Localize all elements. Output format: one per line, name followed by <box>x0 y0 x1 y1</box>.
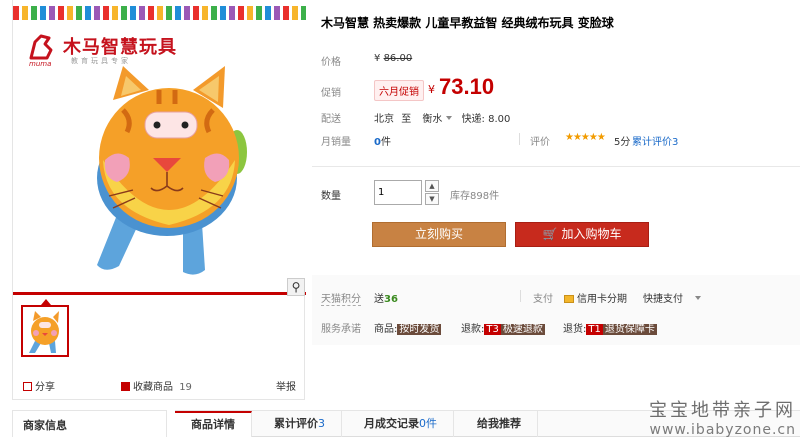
chevron-down-icon <box>695 296 701 300</box>
tab-label: 给我推荐 <box>477 417 521 430</box>
ship-destination-select[interactable]: 衡水 <box>422 114 442 125</box>
tab-monthly-transactions[interactable]: 月成交记录0件 <box>348 411 454 437</box>
seller-info-title: 商家信息 <box>23 419 67 432</box>
promo-badge: 六月促销 <box>374 80 424 101</box>
promo-label: 促销 <box>321 88 341 99</box>
product-gallery: muma 木马智慧玩具 教育玩具专家 ⚲ 分享 收藏商品 19 举报 <box>12 0 306 400</box>
stock-info: 库存898件 <box>450 191 500 202</box>
watermark-url: www.ibabyzone.cn <box>649 422 796 437</box>
brand-logo-horse-icon: muma <box>29 34 53 68</box>
share-button[interactable]: 分享 <box>23 378 55 393</box>
quantity-input[interactable] <box>374 180 422 205</box>
tab-count: 3 <box>318 417 325 430</box>
promise2-prefix: 退款: <box>461 324 485 335</box>
chevron-down-icon[interactable] <box>446 116 453 120</box>
promise-return-card[interactable]: 退货: T1 退货保障卡 <box>563 320 657 335</box>
plush-cat-ball-illustration <box>97 66 247 275</box>
collect-button[interactable]: 收藏商品 19 <box>121 378 192 393</box>
collect-count: 19 <box>179 382 192 393</box>
tab-recommendations[interactable]: 给我推荐 <box>461 411 538 437</box>
credit-card-icon <box>564 295 574 303</box>
decorative-stripe-bar <box>13 6 306 20</box>
quantity-label: 数量 <box>321 191 341 202</box>
collect-label: 收藏商品 <box>133 382 173 393</box>
credit-installment-label: 信用卡分期 <box>577 294 627 305</box>
promise3-code: T1 <box>586 324 603 335</box>
ship-from: 北京 <box>374 114 394 125</box>
promise1-prefix: 商品: <box>374 324 398 335</box>
ship-label: 配送 <box>321 114 341 125</box>
rating-count-link[interactable]: 累计评价3 <box>632 133 678 148</box>
site-watermark: 宝宝地带亲子网 www.ibabyzone.cn <box>649 396 796 437</box>
quick-pay-dropdown[interactable]: 快捷支付 <box>643 290 701 305</box>
divider <box>519 133 520 145</box>
collect-icon <box>121 382 130 391</box>
image-active-underline <box>13 292 306 295</box>
payment-label: 支付 <box>533 294 553 305</box>
promise1-tag: 按时发货 <box>397 324 442 335</box>
points-info: 送36 <box>374 290 398 305</box>
original-price: ¥ 86.00 <box>374 53 412 64</box>
tab-label: 商品详情 <box>191 418 235 431</box>
seller-info-panel: 商家信息 <box>12 410 167 437</box>
magnifier-icon[interactable]: ⚲ <box>287 278 305 296</box>
promise3-tag: 退货保障卡 <box>602 324 657 335</box>
brand-mark: muma <box>29 60 51 68</box>
promise-fast-refund[interactable]: 退款: T3 极速退款 <box>461 320 545 335</box>
shipping-info: 北京 至 衡水 快递: 8.00 <box>374 110 510 125</box>
tab-product-details[interactable]: 商品详情 <box>175 411 252 437</box>
orig-yen-sign: ¥ <box>374 53 381 64</box>
monthly-sales-label: 月销量 <box>321 137 351 148</box>
points-prefix: 送 <box>374 294 384 305</box>
promise-on-time-shipping[interactable]: 商品: 按时发货 <box>374 320 442 335</box>
rating-score: 5分 <box>614 137 631 148</box>
tab-reviews[interactable]: 累计评价3 <box>258 411 342 437</box>
monthly-sales-count: 0 <box>374 137 381 148</box>
thumbnail-cat-icon <box>29 311 59 353</box>
tmall-points-label[interactable]: 天猫积分 <box>321 290 361 306</box>
credit-installment-link[interactable]: 信用卡分期 <box>564 290 627 305</box>
thumbnail-1[interactable] <box>21 305 69 357</box>
orig-price-value: 86.00 <box>383 53 413 64</box>
buy-now-button[interactable]: 立刻购买 <box>372 222 506 247</box>
report-link[interactable]: 举报 <box>276 378 296 393</box>
rating-stars-icon: ★★★★★ <box>565 132 606 143</box>
share-icon <box>23 382 32 391</box>
tab-label: 月成交记录 <box>364 417 419 430</box>
ship-to-word: 至 <box>401 114 412 125</box>
rating-label: 评价 <box>530 137 550 148</box>
main-product-image[interactable]: muma 木马智慧玩具 教育玩具专家 ⚲ <box>13 0 306 296</box>
gallery-footer: 分享 收藏商品 19 举报 <box>13 370 306 398</box>
tab-count: 0件 <box>419 417 437 430</box>
quantity-increase-button[interactable]: ▲ <box>425 180 439 192</box>
tab-label: 累计评价 <box>274 417 318 430</box>
promo-yen-sign: ¥ <box>428 83 435 96</box>
ship-method: 快递: 8.00 <box>461 114 511 125</box>
price-label: 价格 <box>321 57 341 68</box>
divider <box>312 166 800 167</box>
quick-pay-label: 快捷支付 <box>643 294 683 305</box>
points-value: 36 <box>384 294 398 305</box>
service-promise-label: 服务承诺 <box>321 324 361 335</box>
share-label: 分享 <box>35 382 55 393</box>
toy-eye-plate <box>144 111 198 139</box>
promise3-prefix: 退货: <box>563 324 587 335</box>
product-title: 木马智慧 热卖爆款 儿童早教益智 经典绒布玩具 变脸球 <box>321 16 614 30</box>
monthly-sales-unit: 件 <box>380 137 391 148</box>
watermark-site-name: 宝宝地带亲子网 <box>649 400 796 421</box>
promise2-tag: 极速退款 <box>500 324 545 335</box>
monthly-sales: 0件 <box>374 133 391 148</box>
promo-price: 73.10 <box>439 74 495 99</box>
promise2-code: T3 <box>484 324 501 335</box>
add-to-cart-label: 加入购物车 <box>561 227 622 241</box>
cart-icon: 🛒 <box>542 227 558 241</box>
quantity-decrease-button[interactable]: ▼ <box>425 193 439 205</box>
divider <box>520 290 521 302</box>
add-to-cart-button[interactable]: 🛒 加入购物车 <box>515 222 649 247</box>
